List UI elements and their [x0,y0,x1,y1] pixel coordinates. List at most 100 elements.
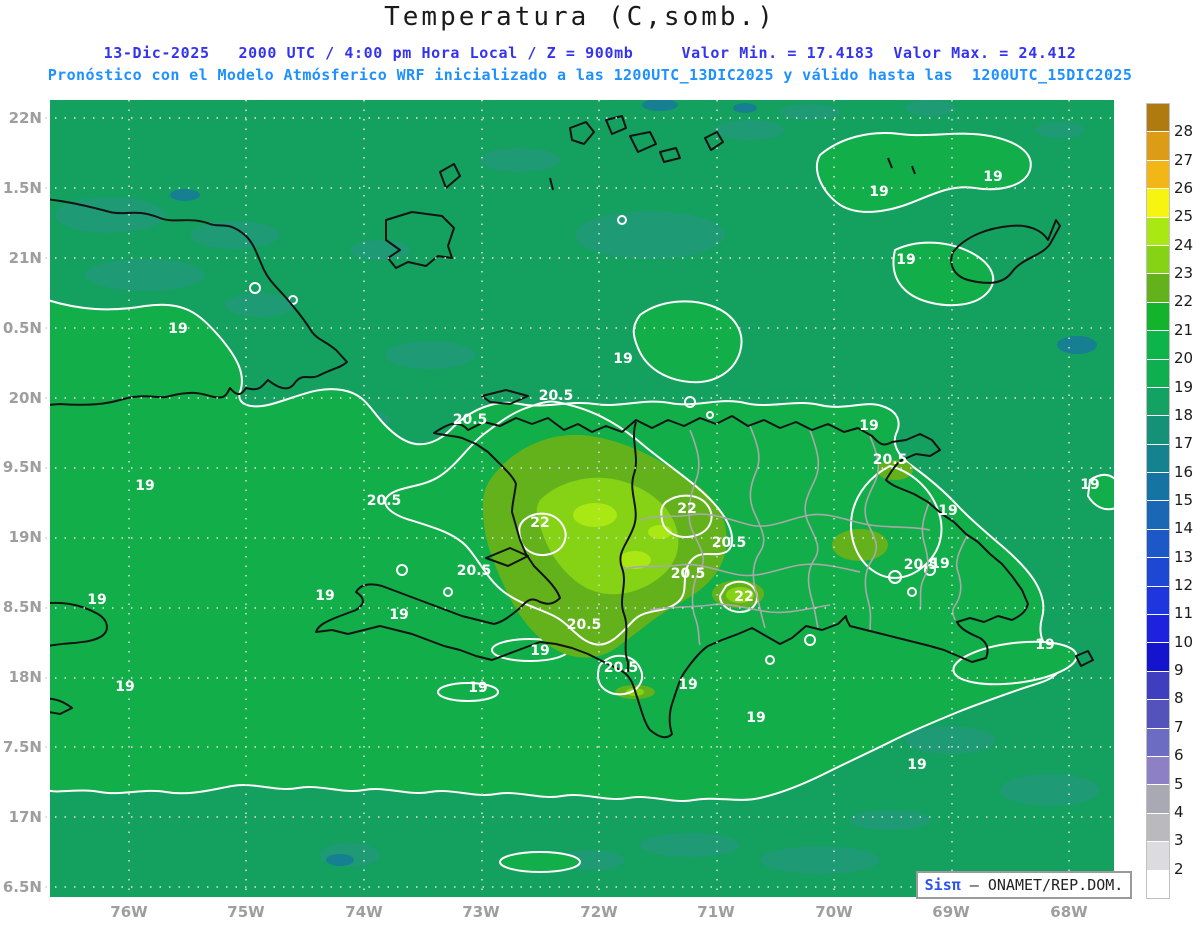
colorbar-block [1147,870,1169,898]
contour-label: 19 [1080,477,1099,493]
contour-label: 20.5 [453,412,488,428]
contour-label: 22 [734,589,753,605]
lon-tick-label: 68W [1050,903,1088,921]
contour-label: 19 [468,680,487,696]
colorbar-block [1147,529,1169,559]
colorbar-tick-labels: 28 27 26 25 24 23 22 21 20 19 18 17 16 15 14 13 12 11 10 9 8… [1174,103,1200,897]
colorbar-block [1147,189,1169,218]
colorbar-tick: 28 [1174,122,1194,141]
contour-label: 19 [907,757,926,773]
colorbar-tick: 7 [1174,717,1184,736]
temperature-colorbar [1146,103,1170,899]
contour-label: 20.5 [873,452,908,468]
contour-label: 19 [530,643,549,659]
forecast-datetime-line: 13-Dic-2025 2000 UTC / 4:00 pm Hora Loca… [103,44,1077,62]
sispi-onamet-badge: Sisπ – ONAMET/REP.DOM. [916,871,1132,899]
model-info-line: Pronóstico con el Modelo Atmósferico WRF… [47,66,1133,84]
colorbar-block [1147,331,1169,360]
onamet-label: – ONAMET/REP.DOM. [960,876,1124,894]
colorbar-tick: 22 [1174,292,1194,311]
colorbar-block [1147,643,1169,672]
colorbar-tick: 23 [1174,264,1194,283]
contour-label: 19 [315,588,334,604]
colorbar-block [1147,813,1169,843]
temperature-map: 1919191919191919191919191919191919191919… [36,100,1114,897]
colorbar-block [1147,558,1169,587]
colorbar-block [1147,217,1169,246]
colorbar-tick: 15 [1174,490,1194,509]
contour-label: 19 [1035,637,1054,653]
contour-label: 22 [677,501,696,517]
colorbar-block [1147,756,1169,786]
contour-label: 20.5 [567,617,602,633]
colorbar-block [1147,842,1169,871]
contour-label: 19 [869,184,888,200]
colorbar-tick: 16 [1174,462,1194,481]
colorbar-block [1147,671,1169,701]
colorbar-block [1147,160,1169,190]
contour-label: 20.5 [712,535,747,551]
colorbar-block [1147,274,1169,303]
colorbar-tick: 19 [1174,377,1194,396]
contour-label: 19 [613,351,632,367]
contour-label: 19 [983,169,1002,185]
lon-tick-label: 74W [345,903,383,921]
colorbar-block [1147,387,1169,417]
colorbar-block [1147,501,1169,530]
colorbar-block [1147,359,1169,388]
contour-label: 20.5 [539,388,574,404]
lon-tick-label: 69W [932,903,970,921]
lon-tick-label: 73W [462,903,500,921]
colorbar-tick: 5 [1174,774,1184,793]
contour-label: 19 [168,321,187,337]
colorbar-tick: 27 [1174,150,1194,169]
colorbar-block [1147,416,1169,445]
colorbar-tick: 20 [1174,349,1194,368]
map-plot-area: 19 19 19 19 19 19 19 19 19 19 19 19 19 19 19 19 19 19 19 19… [36,100,1114,897]
sispi-logo: Sisπ [924,876,961,894]
colorbar-tick: 17 [1174,434,1194,453]
colorbar-block [1147,132,1169,161]
colorbar-tick: 18 [1174,405,1194,424]
colorbar-block [1147,473,1169,502]
colorbar-tick: 8 [1174,689,1184,708]
contour-label: 20.5 [457,563,492,579]
contour-label: 22 [530,515,549,531]
colorbar-tick: 26 [1174,179,1194,198]
colorbar-tick: 6 [1174,746,1184,765]
contour-label: 19 [678,677,697,693]
contour-label: 20.5 [904,557,939,573]
contour-label: 19 [938,503,957,519]
contour-label: 19 [859,418,878,434]
colorbar-tick: 11 [1174,604,1194,623]
colorbar-block [1147,104,1169,133]
contour-label: 19 [389,607,408,623]
lon-tick-label: 70W [815,903,853,921]
contour-label: 19 [896,252,915,268]
contour-label: 19 [746,710,765,726]
page-title: Temperatura (C,somb.) [384,2,776,32]
colorbar-block [1147,586,1169,616]
colorbar-block [1147,615,1169,644]
weather-map-window: Temperatura (C,somb.) 13-Dic-2025 2000 U… [0,0,1200,927]
colorbar-tick: 2 [1174,859,1184,878]
contour-label: 20.5 [367,493,402,509]
colorbar-block [1147,785,1169,814]
contour-label: 20.5 [671,566,706,582]
colorbar-tick: 14 [1174,519,1194,538]
lon-tick-label: 75W [227,903,265,921]
lon-tick-label: 72W [580,903,618,921]
colorbar-tick: 13 [1174,547,1194,566]
colorbar-tick: 4 [1174,802,1184,821]
colorbar-tick: 21 [1174,320,1194,339]
colorbar-block [1147,728,1169,757]
colorbar-tick: 25 [1174,207,1194,226]
left-margin-mask [36,100,50,897]
contour-label: 19 [115,679,134,695]
contour-label: 19 [87,592,106,608]
colorbar-tick: 9 [1174,661,1184,680]
contour-label: 20.5 [604,660,639,676]
colorbar-tick: 12 [1174,576,1194,595]
colorbar-block [1147,245,1169,275]
colorbar-tick: 24 [1174,235,1194,254]
